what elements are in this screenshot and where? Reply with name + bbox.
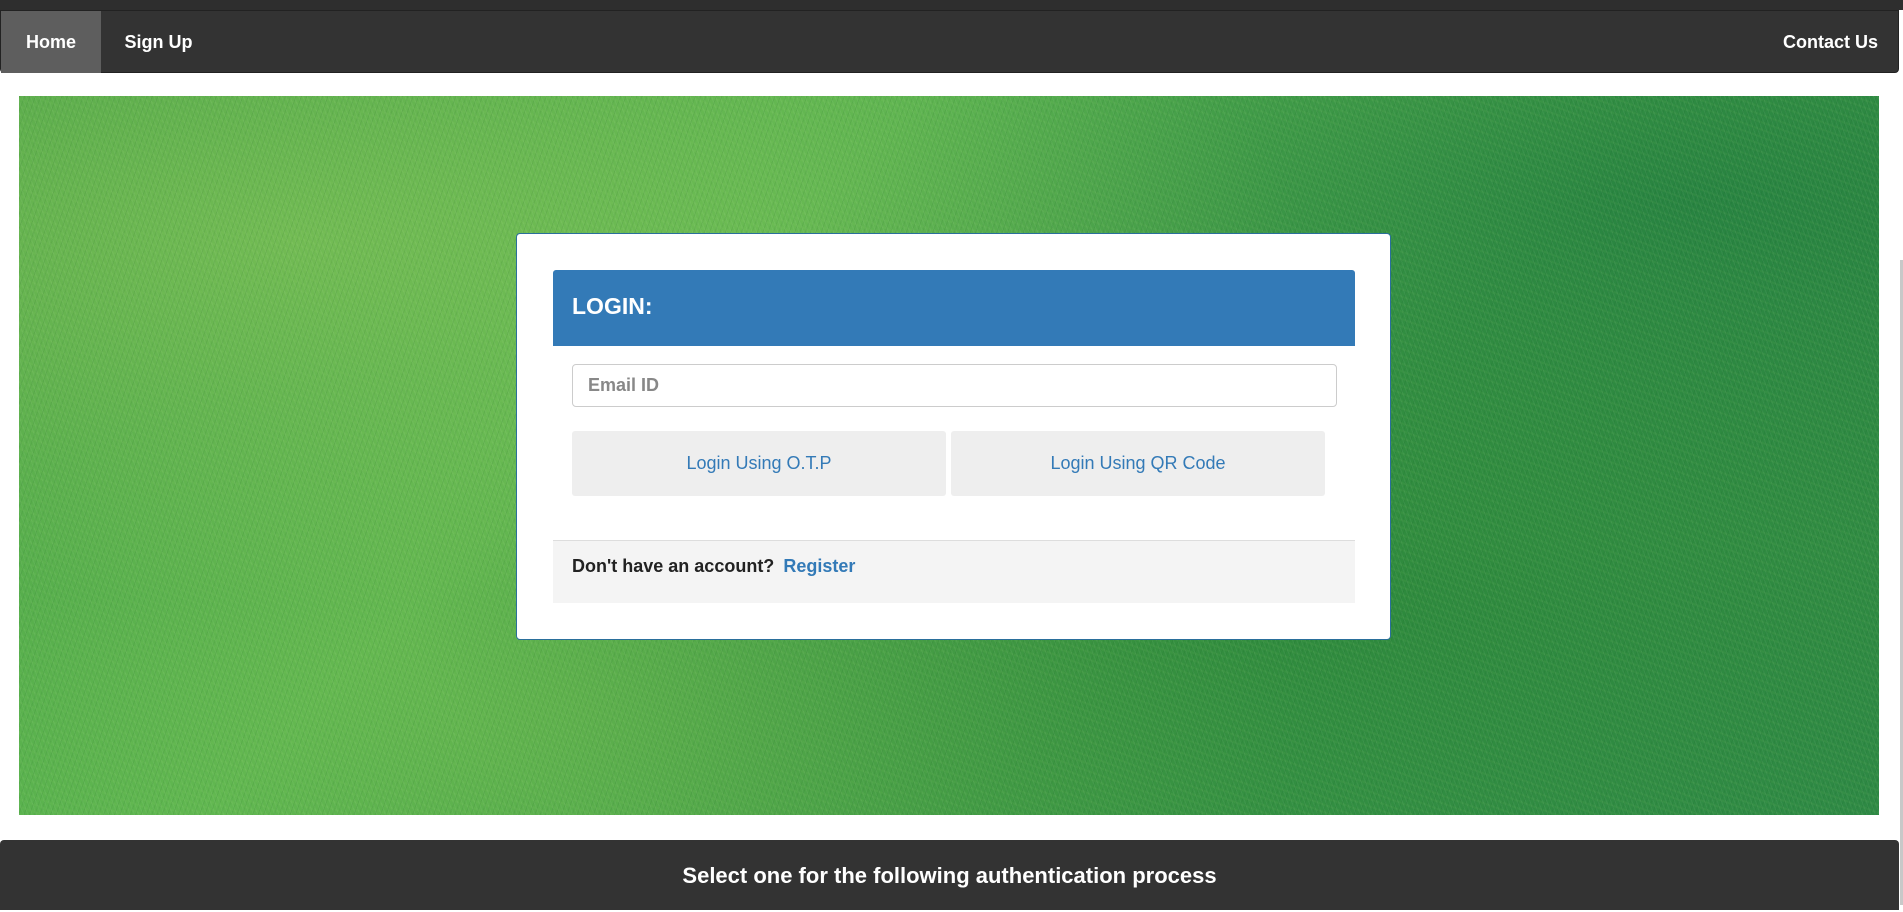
login-footer: Don't have an account? Register xyxy=(553,540,1355,603)
email-input[interactable] xyxy=(572,364,1337,407)
login-title: LOGIN: xyxy=(572,293,653,319)
bottom-bar: Select one for the following authenticat… xyxy=(0,840,1899,910)
navbar: Home Sign Up Contact Us xyxy=(0,10,1899,73)
footer-prompt: Don't have an account? Register xyxy=(572,556,855,577)
nav-contact-link[interactable]: Contact Us xyxy=(1783,11,1878,73)
bottom-bar-text: Select one for the following authenticat… xyxy=(682,863,1217,888)
login-card: LOGIN: Login Using O.T.P Login Using QR … xyxy=(516,233,1391,640)
top-strip xyxy=(0,0,1903,10)
nav-signup-link[interactable]: Sign Up xyxy=(101,11,216,73)
register-link[interactable]: Register xyxy=(783,556,855,576)
nav-home-link[interactable]: Home xyxy=(1,11,101,73)
login-header: LOGIN: xyxy=(553,270,1355,346)
login-qr-button[interactable]: Login Using QR Code xyxy=(951,431,1325,496)
login-otp-button[interactable]: Login Using O.T.P xyxy=(572,431,946,496)
no-account-text: Don't have an account? xyxy=(572,556,775,576)
